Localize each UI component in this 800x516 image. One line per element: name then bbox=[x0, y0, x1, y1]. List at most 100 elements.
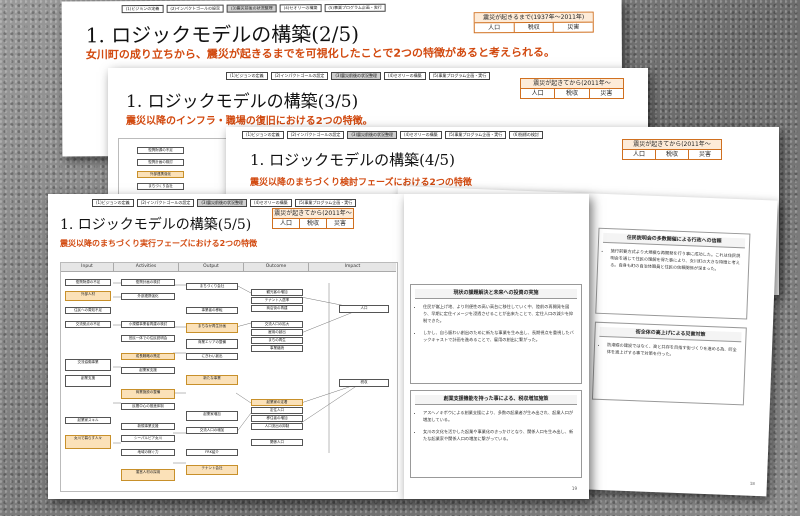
nav-item: (5)事業プログラム企画・実行 bbox=[294, 199, 357, 207]
flow-box: シーパルピア女川 bbox=[121, 435, 175, 442]
slide-title: 1. ロジックモデルの構築(2/5) bbox=[85, 21, 360, 48]
nav-item: (5)事業プログラム企画・実行 bbox=[324, 3, 386, 13]
phase-tag-col: 税収 bbox=[555, 89, 590, 98]
feature-panel: 住民説明会の多数開催による行政への信頼 施行前要方式より大規模な再開発を行う事に… bbox=[595, 227, 751, 320]
phase-tag: 震災が起きるまで(1937年〜2011年) 人口 税収 災害 bbox=[473, 11, 594, 34]
phase-tag-header: 震災が起きてから(2011年〜 bbox=[623, 140, 721, 150]
phase-tag-header: 震災が起きてから(2011年〜 bbox=[521, 79, 623, 89]
logic-model-flow: Input Activities Output Outcome Impact 復… bbox=[60, 262, 398, 492]
flow-box: 創業支援 bbox=[65, 375, 111, 387]
slide-5-of-5-right: 現状の課題解決と未来への投資の実施 住民が嵩上げ地、より利便性の高い高台に移住し… bbox=[404, 194, 589, 499]
feature-panel: 街全体の高上げによる災害対策 防潮堤の建設ではなく、高と共存を目指す街づくりを進… bbox=[591, 321, 747, 406]
phase-tag: 震災が起きてから(2011年〜 人口 税収 災害 bbox=[272, 208, 354, 229]
slide-subtitle: 女川町の成り立ちから、震災が起きるまでを可視化したことで2つの特徴があると考えら… bbox=[85, 45, 556, 62]
nav-item: (3)震災前後の状況整理 bbox=[347, 131, 398, 139]
flow-box: にぎわい創出 bbox=[186, 353, 238, 360]
flow-box: 外部連携強化 bbox=[121, 293, 175, 300]
flow-box: まちの再生 bbox=[251, 337, 303, 344]
flow-box: 女川で暮らす人々 bbox=[65, 435, 111, 449]
phase-tag-col: 災害 bbox=[698, 151, 711, 158]
slide-subtitle: 震災以降のまちづくり検討フェーズにおける2つの特徴 bbox=[250, 178, 472, 188]
panel-text: 防潮堤の建設ではなく、高と共存を目指す街づくりを進める為、町全体を嵩上げする事で… bbox=[607, 341, 739, 360]
nav-item: (4)セオリーの構築 bbox=[250, 199, 292, 207]
flow-box: 運営人材の採用 bbox=[121, 469, 175, 481]
phase-tag-col: 災害 bbox=[567, 23, 580, 31]
phase-tag-col: 災害 bbox=[600, 90, 613, 97]
phase-tag: 震災が起きてから(2011年〜 人口 税収 災害 bbox=[622, 139, 722, 160]
nav-item: (5)事業プログラム企画・実行 bbox=[444, 131, 507, 139]
nav-item: (1)ビジョンの定義 bbox=[242, 131, 284, 139]
feature-panel: 創業支援機能を持った事による、税収増加施策 アスヘノキボウによる創業支援により、… bbox=[410, 390, 582, 478]
flow-box: 商業施設の整備 bbox=[121, 389, 175, 399]
feature-panel: 現状の課題解決と未来への投資の実施 住民が嵩上げ地、より利便性の高い高台に移住し… bbox=[410, 284, 582, 384]
flow-box: 交流人口の拡大 bbox=[251, 321, 303, 328]
flow-box: まちづくり会社 bbox=[137, 183, 184, 190]
flow-box: 起業家スキル bbox=[65, 417, 111, 424]
panel-text: 施行前要方式より大規模な再開発を行う事に成功した。これは住民説明会を通じて住民の… bbox=[610, 247, 743, 273]
slide-subtitle: 震災以降のインフラ・職場の復旧における2つの特徴。 bbox=[126, 116, 373, 127]
phase-tag-col: 人口 bbox=[474, 23, 515, 33]
phase-tag-col: 人口 bbox=[623, 150, 656, 159]
flow-box: 新規事業支援 bbox=[121, 423, 175, 430]
phase-tag-col: 人口 bbox=[521, 89, 556, 98]
flow-box: テナント入居率 bbox=[251, 297, 303, 304]
nav-item: (4)セオリーの構築 bbox=[400, 131, 442, 139]
slide-5-of-5: (1)ビジョンの定義 (2)インパクトゴールの設定 (3)震災前後の状況整理 (… bbox=[48, 194, 404, 499]
slide-subtitle: 震災以降のまちづくり実行フェーズにおける2つの特徴 bbox=[60, 239, 258, 248]
page-number: 19 bbox=[571, 486, 577, 491]
phase-tag: 震災が起きてから(2011年〜 人口 税収 災害 bbox=[520, 78, 624, 99]
nav-item: (2)インパクトゴールの設定 bbox=[136, 199, 195, 207]
slide-nav: (1)ビジョンの定義 (2)インパクトゴールの設定 (3)震災前後の状況整理 (… bbox=[92, 199, 357, 207]
phase-tag-col: 税収 bbox=[656, 150, 689, 159]
phase-tag-header: 震災が起きてから(2011年〜 bbox=[273, 209, 353, 219]
nav-item: (1)ビジョンの定義 bbox=[226, 72, 268, 80]
panel-title: 創業支援機能を持った事による、税収増加施策 bbox=[415, 395, 577, 405]
flow-box: 復興財源の不足 bbox=[65, 279, 111, 286]
flow-box: 人口 bbox=[339, 305, 389, 313]
nav-item: (5)事業プログラム企画・実行 bbox=[428, 72, 491, 80]
slide-nav: (1)ビジョンの定義 (2)インパクトゴールの設定 (3)震災前後の状況整理 (… bbox=[226, 72, 491, 80]
flow-box: 人口流出の抑制 bbox=[251, 423, 303, 430]
flow-box: 成長戦略の策定 bbox=[121, 353, 175, 360]
flow-box: 地域の稼ぐ力 bbox=[121, 449, 175, 456]
panel-title: 街全体の高上げによる災害対策 bbox=[599, 326, 742, 343]
flow-box: 観光客の増加 bbox=[251, 289, 303, 296]
phase-tag-col: 災害 bbox=[333, 220, 346, 227]
flow-box: 外部連携強化 bbox=[137, 171, 184, 178]
panel-bullet: 住民が嵩上げ地、より利便性の高い高台に移住していく中、陸前の再開発を図り、早期に… bbox=[423, 303, 575, 324]
slide-title: 1. ロジックモデルの構築(4/5) bbox=[250, 151, 455, 169]
phase-tag-col: 税収 bbox=[300, 219, 327, 228]
panel-title: 現状の課題解決と未来への投資の実施 bbox=[415, 289, 577, 299]
slide-nav: (1)ビジョンの定義 (2)インパクトゴールの設定 (3)震災前後の状況整理 (… bbox=[242, 131, 543, 139]
flow-box: 交流拠点の不足 bbox=[65, 321, 111, 328]
nav-item: (2)インパクトゴールの設定 bbox=[286, 131, 345, 139]
slide-title: 1. ロジックモデルの構築(3/5) bbox=[126, 92, 359, 112]
nav-item: (3)震災前後の状況整理 bbox=[197, 199, 248, 207]
flow-box: 商業エリアの整備 bbox=[186, 339, 238, 349]
flow-box: 移住者の増加 bbox=[251, 415, 303, 422]
flow-box: 復興財源の不足 bbox=[137, 147, 184, 154]
nav-item: (6)指標の検討 bbox=[509, 131, 543, 139]
flow-box: 起業家支援 bbox=[121, 367, 175, 374]
flow-box: 民間中心の推進体制 bbox=[121, 403, 175, 410]
flow-box: 雇用の創出 bbox=[251, 329, 303, 336]
flow-box: テナント会社 bbox=[186, 465, 238, 475]
flow-box: 起業家の定着 bbox=[251, 399, 303, 406]
flow-box: 復興計画の検討 bbox=[121, 279, 175, 286]
flow-box: 起業家増加 bbox=[186, 411, 238, 421]
nav-item: (3)震災前後の状況整理 bbox=[331, 72, 382, 80]
flow-box: 定住人口 bbox=[251, 407, 303, 414]
nav-item: (3)震災前後の状況整理 bbox=[226, 4, 277, 13]
nav-item: (1)ビジョンの定義 bbox=[92, 199, 134, 207]
phase-tag-col: 税収 bbox=[514, 22, 555, 33]
flow-box: 住民への周知不足 bbox=[65, 307, 111, 314]
panel-bullet: 女川の文化を活かした起業や事業化のきっかけとなり、関係人口を生み出し、新たな起業… bbox=[423, 428, 575, 442]
flow-box: 復興計画の検討 bbox=[137, 159, 184, 166]
flow-box: 事業継続 bbox=[251, 345, 303, 352]
flow-box: まちなか再生計画 bbox=[186, 323, 238, 333]
slide-title: 1. ロジックモデルの構築(5/5) bbox=[60, 217, 252, 233]
flow-box: 事業者の移転 bbox=[186, 307, 238, 314]
page-number: 18 bbox=[749, 480, 755, 486]
slide-nav: (1)ビジョンの定義 (2)インパクトゴールの設定 (3)震災前後の状況整理 (… bbox=[121, 3, 386, 14]
flow-box: まちづくり会社 bbox=[186, 283, 238, 290]
